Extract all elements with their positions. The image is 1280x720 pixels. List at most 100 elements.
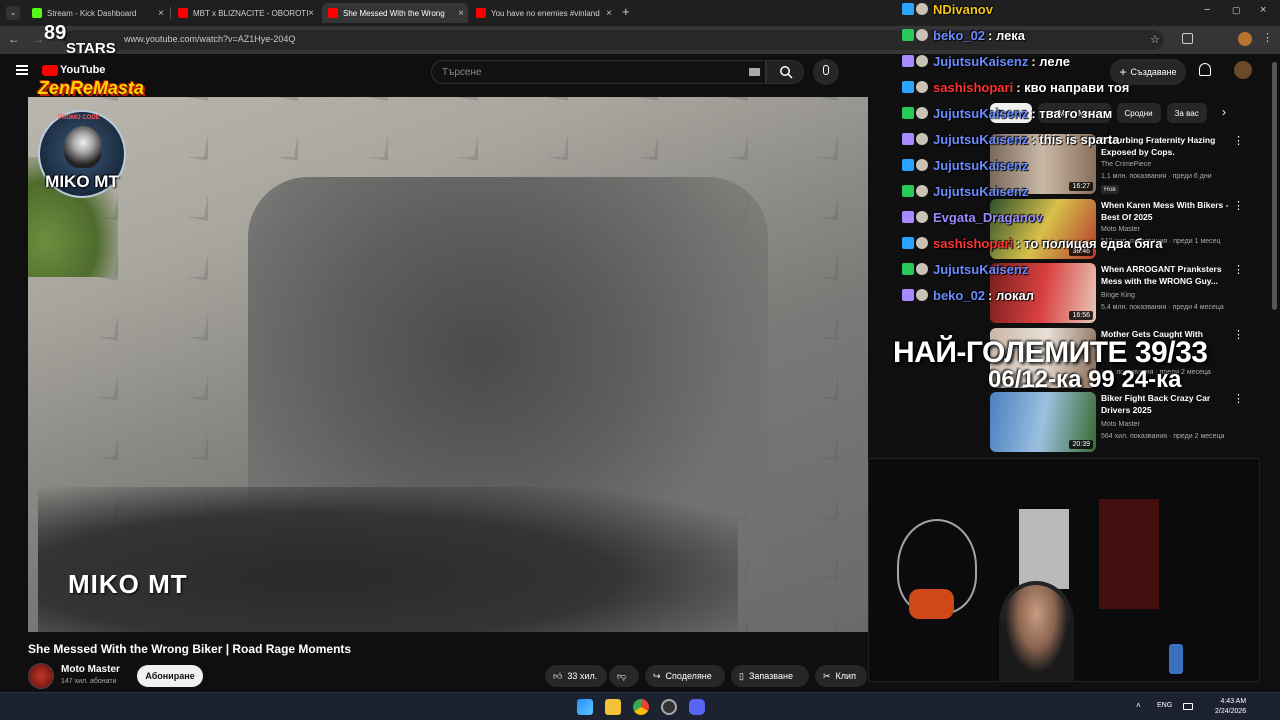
chips-next-icon[interactable]: › (1222, 105, 1226, 119)
chat-emote-icon (916, 159, 928, 171)
discord-icon[interactable] (689, 699, 705, 715)
recommendation-channel[interactable]: Moto Master (1101, 421, 1140, 428)
chat-username: beko_02 (933, 27, 986, 43)
chat-badge-icon (902, 185, 914, 197)
chat-text: : this is sparta (1031, 131, 1120, 147)
tab-label: Stream - Kick Dashboard (47, 8, 137, 18)
account-avatar[interactable] (1234, 61, 1252, 79)
overlay-subline: 06/12-ка 99 24-ка (988, 366, 1182, 393)
maximize-icon[interactable]: ▢ (1232, 5, 1241, 16)
subscriber-count: 147 хил. абонати (61, 678, 117, 685)
chat-message: beko_02: лека (902, 26, 1025, 44)
system-clock[interactable]: 4:43 AM 2/24/2026 (1215, 697, 1246, 717)
tab-she-messed[interactable]: She Messed With the Wrong × (322, 3, 468, 23)
channel-name[interactable]: Moto Master (61, 664, 120, 675)
duration-badge: 16:56 (1069, 311, 1093, 320)
close-window-icon[interactable]: × (1260, 4, 1266, 16)
windows-start-icon[interactable] (577, 699, 593, 715)
obs-icon[interactable] (661, 699, 677, 715)
chrome-icon[interactable] (633, 699, 649, 715)
youtube-logo[interactable]: YouTube (42, 64, 105, 76)
webcam-feed (868, 458, 1260, 682)
tab-label: MBT x BLIZNACITE - OBOROTI (193, 8, 309, 18)
more-options-icon[interactable]: ⋮ (1233, 263, 1244, 276)
chat-username: NDivanov (933, 1, 993, 17)
chat-emote-icon (916, 185, 928, 197)
search-button[interactable] (766, 60, 804, 84)
tab-mbt[interactable]: MBT x BLIZNACITE - OBOROTI × (172, 3, 318, 23)
subscribe-button[interactable]: Абониране (137, 665, 203, 687)
voice-search-button[interactable] (813, 59, 839, 85)
clip-label: Клип (835, 671, 856, 681)
youtube-play-icon (42, 64, 58, 76)
forward-icon[interactable]: → (32, 32, 44, 46)
notifications-bell-icon[interactable] (1199, 63, 1211, 76)
youtube-logo-text: YouTube (60, 64, 106, 76)
like-button[interactable]: 👍︎ 33 хил. (545, 665, 607, 687)
brand-logo: 89 (44, 22, 67, 44)
chat-username: JujutsuKaisenz (933, 183, 1029, 199)
chat-username: JujutsuKaisenz (933, 105, 1029, 121)
badge-text: MIKO MT (45, 172, 119, 191)
url-text[interactable]: www.youtube.com/watch?v=AZ1Hye-204Q (124, 34, 295, 44)
back-icon[interactable]: ← (8, 32, 20, 46)
profile-avatar[interactable] (1238, 32, 1252, 46)
close-tab-icon[interactable]: × (606, 8, 612, 19)
close-tab-icon[interactable]: × (158, 8, 164, 19)
more-options-icon[interactable]: ⋮ (1233, 392, 1244, 405)
share-button[interactable]: ↪ Споделяне (645, 665, 725, 687)
chat-emote-icon (916, 81, 928, 93)
chat-text: : леле (1031, 53, 1070, 69)
close-tab-icon[interactable]: × (458, 8, 464, 19)
chat-emote-icon (916, 3, 928, 15)
chat-message: sashishopari: кво направи тоя (902, 78, 1129, 96)
video-thumbnail[interactable]: 20:39 (990, 392, 1096, 452)
input-language[interactable]: ENG (1157, 702, 1172, 709)
thumbs-down-icon: 👎︎ (617, 670, 627, 681)
search-input[interactable]: Търсене (431, 60, 766, 84)
page-scrollbar[interactable] (1272, 62, 1277, 310)
dislike-button[interactable]: 👎︎ (609, 665, 639, 687)
chat-message: beko_02: локал (902, 286, 1034, 304)
search-placeholder: Търсене (442, 67, 482, 78)
more-options-icon[interactable]: ⋮ (1233, 199, 1244, 212)
more-options-icon[interactable]: ⋮ (1233, 328, 1244, 341)
clip-button[interactable]: ✂ Клип (815, 665, 867, 687)
save-button[interactable]: ▯ Запазване (731, 665, 809, 687)
promo-code-label: PROMO CODE (58, 115, 100, 121)
chat-badge-icon (902, 3, 914, 15)
recommendation-item[interactable]: 20:39 Biker Fight Back Crazy Car Drivers… (990, 392, 1252, 452)
chat-badge-icon (902, 237, 914, 249)
chat-emote-icon (916, 211, 928, 223)
rider-illustration (64, 126, 102, 168)
more-options-icon[interactable]: ⋮ (1233, 134, 1244, 147)
hamburger-menu-icon[interactable] (16, 65, 28, 75)
minimize-icon[interactable]: − (1204, 4, 1210, 16)
video-title: She Messed With the Wrong Biker | Road R… (28, 642, 352, 656)
chat-badge-icon (902, 289, 914, 301)
youtube-icon (328, 8, 338, 18)
streamer-logo: ZenReMasta (38, 78, 145, 98)
recommendation-title[interactable]: Biker Fight Back Crazy Car Drivers 2025 (1101, 392, 1236, 416)
chat-text: : то полицая едва бяга (1016, 235, 1163, 251)
new-tab-button[interactable]: + (622, 4, 630, 19)
chat-username: JujutsuKaisenz (933, 157, 1029, 173)
tab-list-button[interactable]: ⌄ (6, 6, 20, 20)
channel-avatar[interactable] (28, 663, 54, 689)
chat-emote-icon (916, 107, 928, 119)
keyboard-icon[interactable] (749, 68, 760, 76)
save-label: Запазване (748, 671, 793, 681)
tab-vinland[interactable]: You have no enemies #vinland × (470, 3, 616, 23)
close-tab-icon[interactable]: × (308, 8, 314, 19)
tray-chevron-icon[interactable]: ˄ (1136, 701, 1141, 710)
browser-menu-icon[interactable]: ⋮ (1262, 31, 1273, 44)
video-player[interactable]: MIKO MT (28, 97, 868, 632)
chat-text: : тва го знам (1031, 105, 1113, 121)
chat-badge-icon (902, 107, 914, 119)
tab-kick-dashboard[interactable]: Stream - Kick Dashboard × (26, 3, 168, 23)
search-icon (780, 66, 793, 79)
chip-for-you[interactable]: За вас (1166, 103, 1207, 123)
network-icon[interactable] (1183, 703, 1193, 710)
extensions-icon[interactable] (1182, 33, 1193, 44)
file-explorer-icon[interactable] (605, 699, 621, 715)
